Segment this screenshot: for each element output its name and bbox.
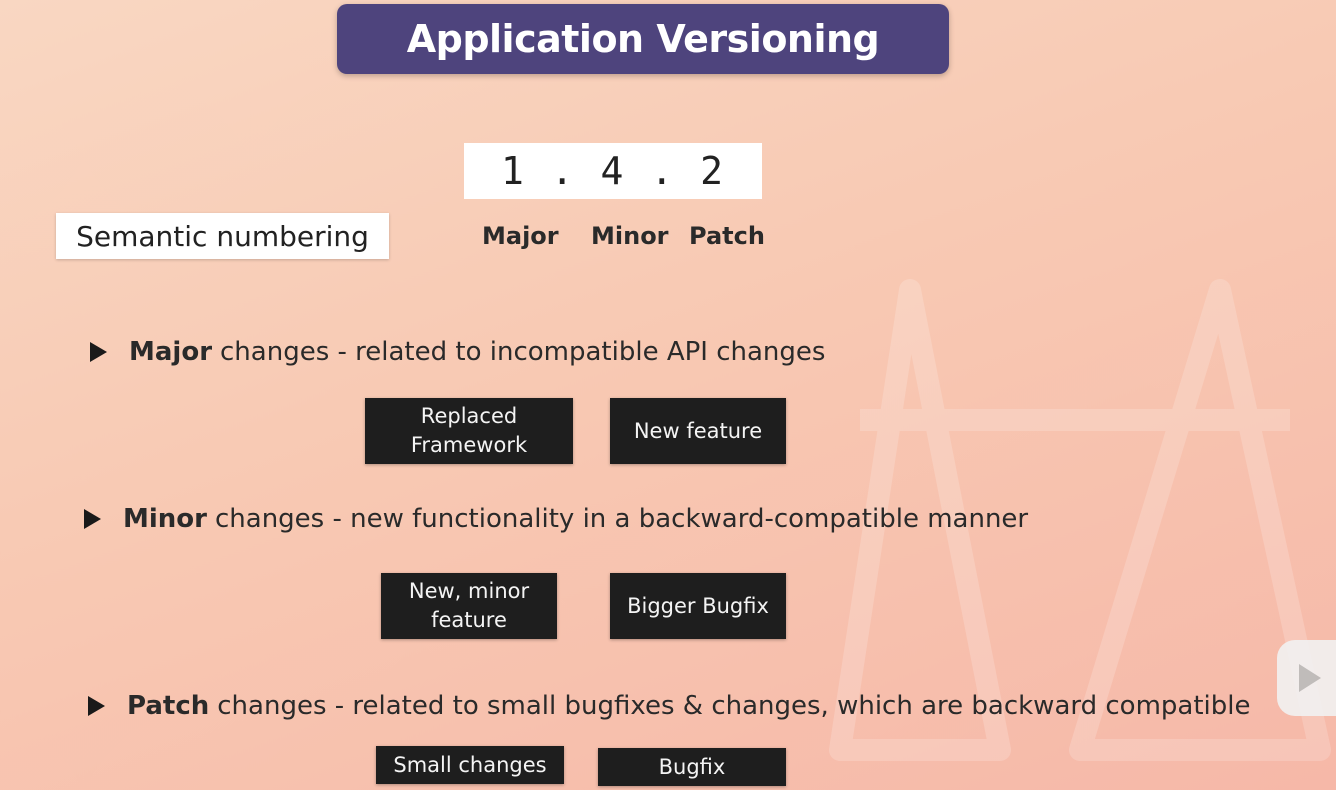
major-bullet: Major changes - related to incompatible … [90, 337, 825, 367]
minor-bullet: Minor changes - new functionality in a b… [84, 504, 1028, 534]
patch-label: Patch [689, 222, 765, 250]
play-button[interactable] [1277, 640, 1336, 716]
version-number: 1 . 4 . 2 [464, 143, 762, 199]
chip-small-changes: Small changes [376, 746, 564, 784]
play-triangle-icon [84, 509, 101, 529]
patch-text: changes - related to small bugfixes & ch… [217, 691, 1251, 721]
major-keyword: Major [129, 337, 213, 367]
major-text: changes - related to incompatible API ch… [220, 337, 826, 367]
semantic-numbering-label: Semantic numbering [56, 213, 389, 259]
patch-bullet: Patch changes - related to small bugfixe… [88, 691, 1251, 721]
patch-keyword: Patch [127, 691, 210, 721]
chip-replaced-framework: Replaced Framework [365, 398, 573, 464]
title-banner: Application Versioning [337, 4, 949, 74]
chip-bigger-bugfix: Bigger Bugfix [610, 573, 786, 639]
chip-new-minor-feature: New, minor feature [381, 573, 557, 639]
minor-text: changes - new functionality in a backwar… [214, 504, 1029, 534]
chip-new-feature: New feature [610, 398, 786, 464]
minor-label: Minor [591, 222, 669, 250]
minor-keyword: Minor [123, 504, 207, 534]
page-title: Application Versioning [406, 17, 880, 61]
play-button-icon [1299, 664, 1321, 692]
play-triangle-icon [88, 696, 105, 716]
major-label: Major [482, 222, 559, 250]
play-triangle-icon [90, 342, 107, 362]
chip-bugfix: Bugfix [598, 748, 786, 786]
